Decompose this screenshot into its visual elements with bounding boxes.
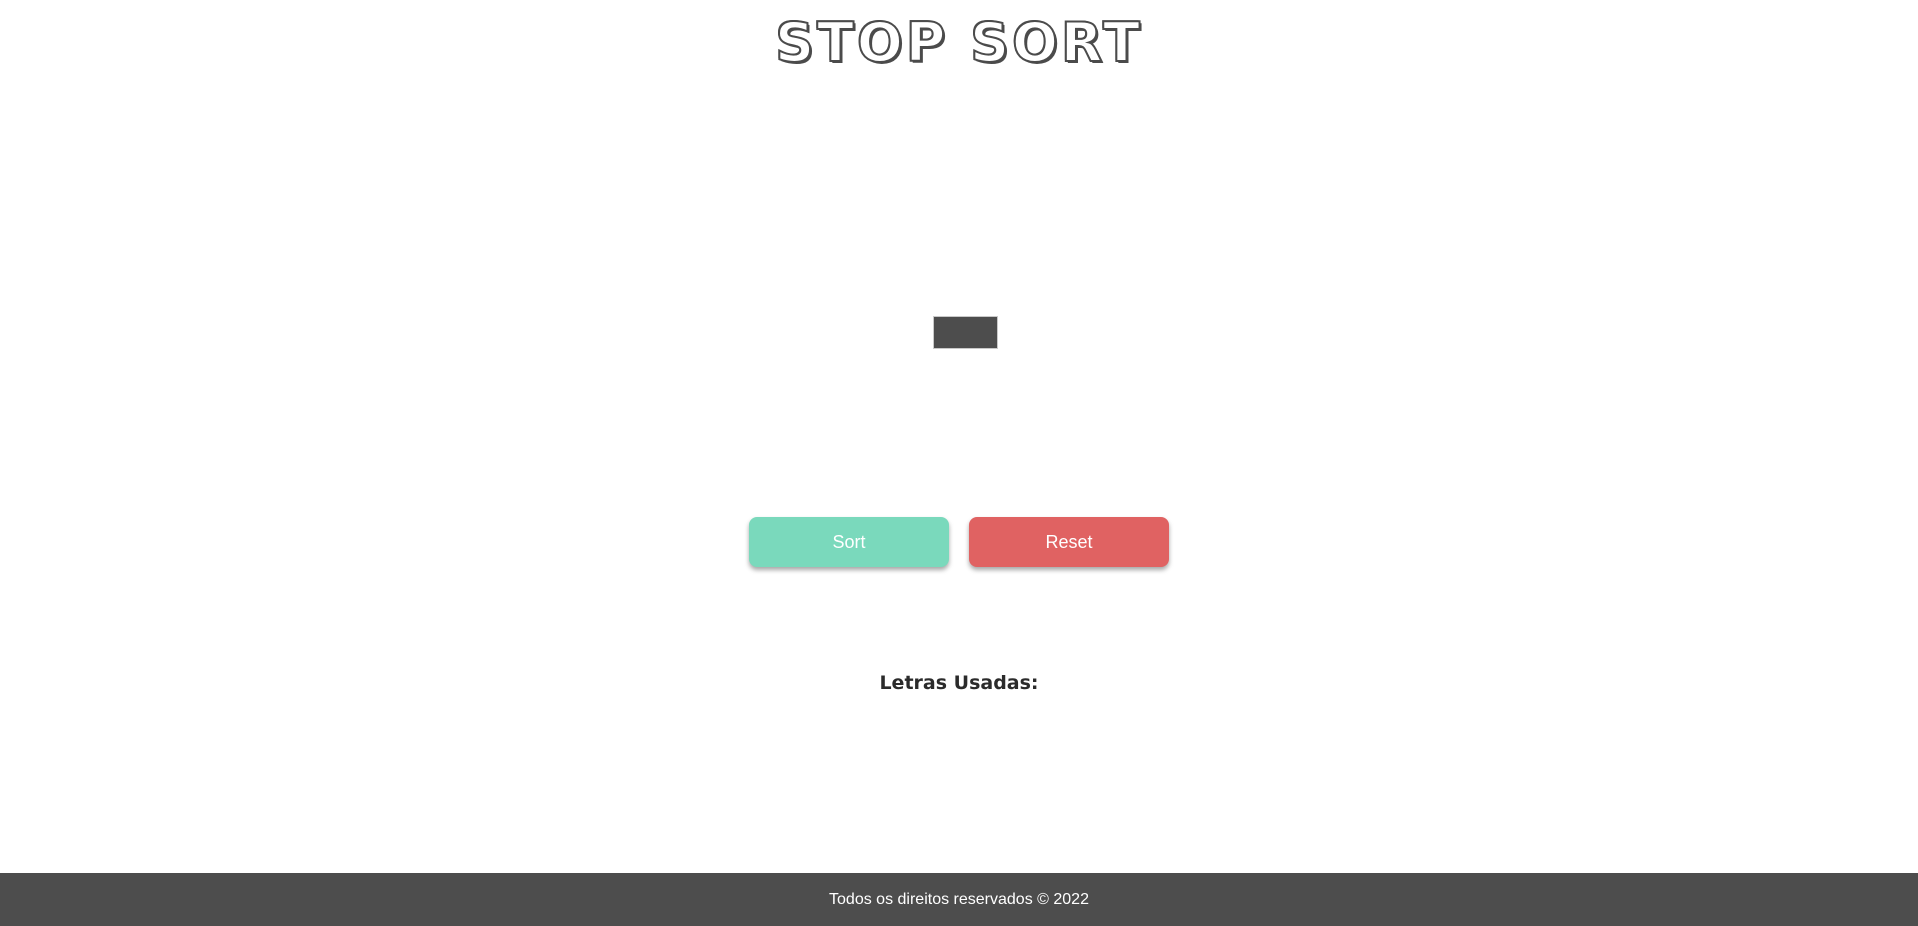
- sort-button[interactable]: Sort: [749, 517, 949, 567]
- copyright-text: Todos os direitos reservados © 2022: [829, 890, 1089, 908]
- action-buttons: Sort Reset: [749, 517, 1169, 567]
- footer: Todos os direitos reservados © 2022: [0, 873, 1918, 926]
- page-title: STOP SORT: [774, 10, 1143, 75]
- page: STOP SORT Sort Reset Letras Usadas: Todo…: [0, 0, 1918, 926]
- used-letters-heading: Letras Usadas:: [879, 672, 1039, 694]
- header: STOP SORT: [0, 8, 1918, 78]
- reset-button[interactable]: Reset: [969, 517, 1169, 567]
- sorted-letter-display: [933, 316, 998, 349]
